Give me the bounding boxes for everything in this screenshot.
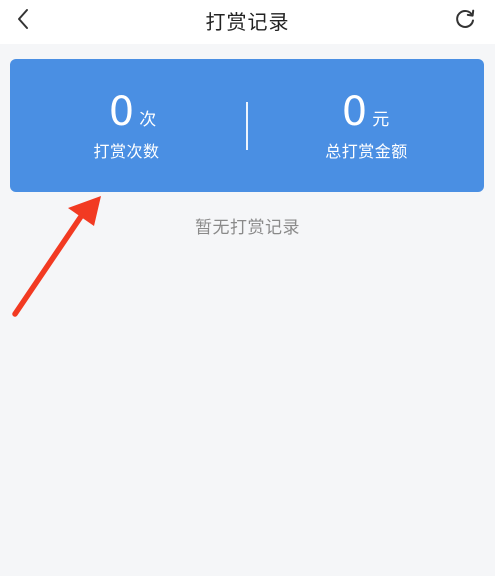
reward-amount-unit: 元 — [372, 110, 390, 130]
empty-state-message: 暂无打赏记录 — [195, 218, 300, 238]
reward-count-label: 打赏次数 — [93, 142, 160, 161]
reward-records-page: 打赏记录 0 次 打赏次数 0 元 总打赏金额 暂无打赏记录 — [0, 0, 495, 576]
reward-count-stat: 0 次 打赏次数 — [10, 89, 247, 162]
reward-stats-card: 0 次 打赏次数 0 元 总打赏金额 — [10, 59, 484, 192]
reward-amount-value: 0 — [341, 89, 368, 135]
refresh-icon — [456, 9, 475, 28]
reward-amount-stat: 0 元 总打赏金额 — [247, 89, 484, 162]
reward-count-value: 0 — [108, 89, 135, 135]
refresh-button[interactable] — [449, 3, 481, 35]
reward-count-unit: 次 — [139, 110, 157, 130]
reward-amount-label: 总打赏金额 — [325, 142, 408, 161]
page-title: 打赏记录 — [205, 10, 290, 34]
top-navigation-bar: 打赏记录 — [0, 0, 495, 44]
